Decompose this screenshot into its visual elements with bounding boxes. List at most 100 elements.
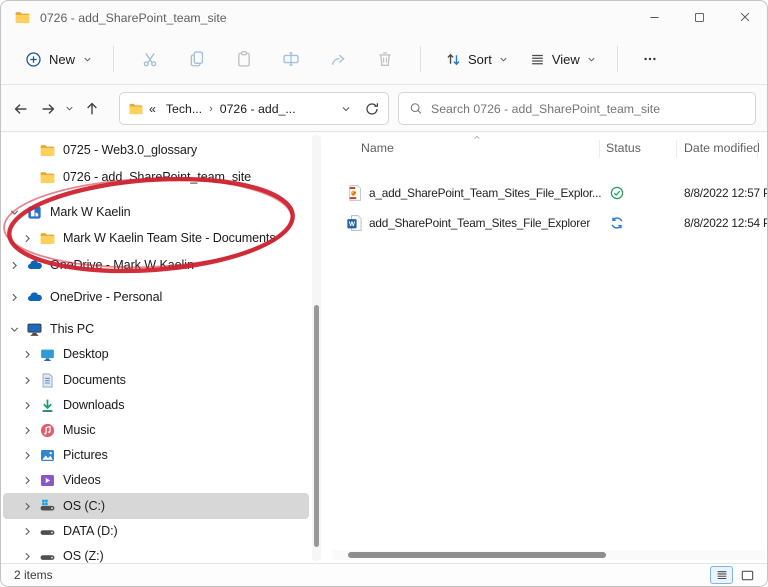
minimize-button[interactable] xyxy=(632,1,677,33)
file-name: a_add_SharePoint_Team_Sites_File_Explor.… xyxy=(369,186,604,200)
command-bar: New Sort View xyxy=(1,34,767,85)
folder-icon xyxy=(128,101,144,117)
chevron-right-icon xyxy=(21,550,34,563)
word-file-icon xyxy=(346,214,364,232)
large-icons-view-icon xyxy=(740,568,755,583)
copy-button[interactable] xyxy=(173,41,220,77)
sidebar-item-pictures[interactable]: Pictures xyxy=(3,442,309,468)
sort-button[interactable]: Sort xyxy=(437,45,517,74)
share-button[interactable] xyxy=(314,41,361,77)
maximize-button[interactable] xyxy=(677,1,722,33)
sidebar-item-videos[interactable]: Videos xyxy=(3,467,309,493)
sidebar-item-downloads[interactable]: Downloads xyxy=(3,392,309,418)
chevron-right-icon xyxy=(21,500,34,513)
sidebar-item-onedrive-mark-w-kaelin[interactable]: OneDrive - Mark W Kaelin xyxy=(3,252,309,278)
paste-button[interactable] xyxy=(220,41,267,77)
address-row: « Tech... › 0726 - add_... xyxy=(1,86,767,132)
sidebar-item-music[interactable]: Music xyxy=(3,417,309,443)
title-bar: 0726 - add_SharePoint_team_site xyxy=(1,1,767,34)
chevron-right-icon xyxy=(21,374,34,387)
chevron-down-icon xyxy=(64,103,75,114)
drive-icon xyxy=(39,548,56,565)
folder-icon xyxy=(14,9,31,26)
column-header-date-modified[interactable]: Date modified xyxy=(684,141,760,155)
back-button[interactable] xyxy=(7,95,34,123)
share-icon xyxy=(329,50,347,68)
view-button[interactable]: View xyxy=(521,45,605,74)
sidebar-item-documents[interactable]: Documents xyxy=(3,367,309,393)
view-lines-icon xyxy=(529,51,546,68)
rename-button[interactable] xyxy=(267,41,314,77)
search-input[interactable] xyxy=(431,102,745,116)
column-header-status[interactable]: Status xyxy=(606,141,641,155)
sidebar-item-0726-add-sharepoint-team-site[interactable]: 0726 - add_SharePoint_team_site xyxy=(3,164,309,190)
scissors-icon xyxy=(141,50,159,68)
column-header-row: Name Status Date modified xyxy=(331,133,767,165)
folder-icon xyxy=(39,142,56,159)
large-icons-view-button[interactable] xyxy=(736,566,759,584)
search-box[interactable] xyxy=(398,92,756,125)
sidebar-item-0725-web30-glossary[interactable]: 0725 - Web3.0_glossary xyxy=(3,137,309,163)
breadcrumb-overflow[interactable]: « xyxy=(144,102,161,116)
toolbar-divider xyxy=(113,46,114,72)
up-button[interactable] xyxy=(78,95,105,123)
file-date-modified: 8/8/2022 12:57 PM xyxy=(684,186,767,200)
sharepoint-site-icon xyxy=(26,204,43,221)
file-row-word[interactable]: add_SharePoint_Team_Sites_File_Explorer … xyxy=(331,208,767,238)
trash-icon xyxy=(376,50,394,68)
cut-button[interactable] xyxy=(126,41,173,77)
chevron-down-icon xyxy=(498,54,509,65)
details-view-button[interactable] xyxy=(710,566,733,584)
chevron-right-icon xyxy=(21,424,34,437)
pictures-icon xyxy=(39,447,56,464)
horizontal-scrollbar-thumb[interactable] xyxy=(348,552,606,558)
items-count: 2 items xyxy=(14,568,53,582)
horizontal-scrollbar-track[interactable] xyxy=(333,550,765,560)
chevron-down-icon xyxy=(8,323,21,336)
sidebar-item-this-pc[interactable]: This PC xyxy=(3,316,309,342)
music-icon xyxy=(39,422,56,439)
breadcrumb-separator: › xyxy=(207,103,215,115)
refresh-icon[interactable] xyxy=(364,101,380,117)
recent-locations-button[interactable] xyxy=(61,95,78,123)
delete-button[interactable] xyxy=(361,41,408,77)
chevron-right-icon xyxy=(8,291,21,304)
new-button[interactable]: New xyxy=(17,45,101,74)
file-explorer-window: 0726 - add_SharePoint_team_site New Sort xyxy=(0,0,768,587)
file-row-pdf[interactable]: a_add_SharePoint_Team_Sites_File_Explor.… xyxy=(331,178,767,208)
file-list-pane: Name Status Date modified a_add_SharePoi… xyxy=(331,133,767,565)
desktop-icon xyxy=(39,346,56,363)
view-button-label: View xyxy=(552,52,580,67)
details-view-icon xyxy=(715,568,729,582)
column-header-name[interactable]: Name xyxy=(361,141,394,155)
address-dropdown-chevron-icon[interactable] xyxy=(340,103,352,115)
chevron-right-icon xyxy=(21,399,34,412)
column-divider[interactable] xyxy=(757,140,758,158)
sidebar-item-data-d[interactable]: DATA (D:) xyxy=(3,518,309,544)
sidebar-scrollbar-thumb[interactable] xyxy=(314,305,319,547)
address-bar[interactable]: « Tech... › 0726 - add_... xyxy=(119,92,389,125)
close-button[interactable] xyxy=(722,1,767,33)
search-icon xyxy=(409,101,423,116)
chevron-right-icon xyxy=(21,474,34,487)
new-button-label: New xyxy=(49,52,75,67)
see-more-button[interactable] xyxy=(630,41,670,77)
maximize-icon xyxy=(693,11,706,24)
chevron-right-icon xyxy=(21,348,34,361)
sidebar-item-os-c[interactable]: OS (C:) xyxy=(3,493,309,519)
sidebar-item-desktop[interactable]: Desktop xyxy=(3,341,309,367)
column-divider[interactable] xyxy=(676,140,677,158)
sync-pending-icon xyxy=(609,215,625,231)
forward-button[interactable] xyxy=(34,95,61,123)
sidebar-item-team-site-documents[interactable]: Mark W Kaelin Team Site - Documents xyxy=(3,225,309,251)
column-divider[interactable] xyxy=(599,140,600,158)
breadcrumb-current[interactable]: 0726 - add_... xyxy=(215,102,301,116)
onedrive-cloud-icon xyxy=(26,257,43,274)
pdf-file-icon xyxy=(346,184,364,202)
sidebar-item-mark-w-kaelin[interactable]: Mark W Kaelin xyxy=(3,199,309,225)
chevron-right-icon xyxy=(21,449,34,462)
breadcrumb-parent[interactable]: Tech... xyxy=(161,102,207,116)
file-date-modified: 8/8/2022 12:54 PM xyxy=(684,216,767,230)
sidebar-item-onedrive-personal[interactable]: OneDrive - Personal xyxy=(3,284,309,310)
chevron-down-icon xyxy=(8,206,21,219)
